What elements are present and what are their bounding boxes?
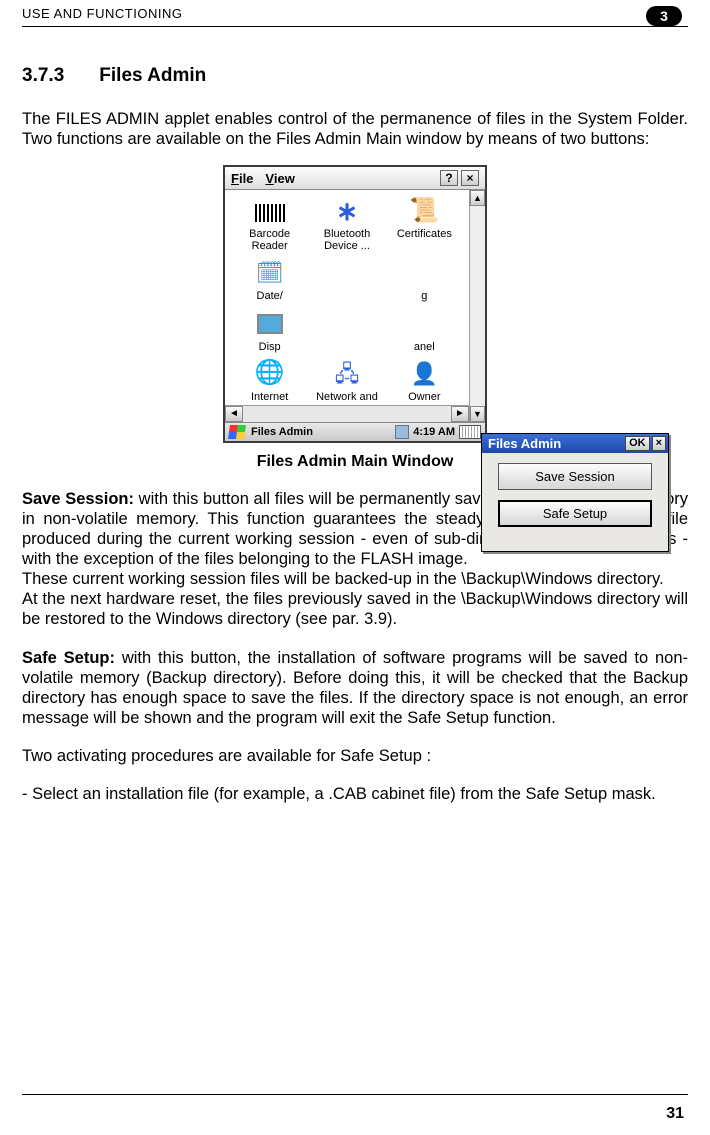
save-session-button[interactable]: Save Session [498, 463, 652, 490]
taskbar-clock: 4:19 AM [413, 426, 455, 438]
cp-item-dialing-partial[interactable]: g [386, 258, 463, 302]
vertical-scrollbar[interactable]: ▲ ▼ [469, 190, 485, 421]
window-close-button[interactable]: × [461, 170, 479, 186]
page-top-rule: USE AND FUNCTIONING 3 [22, 6, 688, 27]
files-admin-dialog: Files Admin OK × Save Session Safe Setup [481, 433, 669, 552]
cp-item-display[interactable]: Disp [231, 309, 308, 353]
cp-label: Certificates [386, 228, 463, 240]
pda-menubar: File View ? × [225, 167, 485, 190]
taskbar-title[interactable]: Files Admin [251, 426, 395, 438]
bluetooth-icon: ∗ [330, 196, 364, 226]
cp-label: g [386, 290, 463, 302]
cp-label: Barcode Reader [231, 228, 308, 252]
dialog-ok-button[interactable]: OK [625, 436, 650, 451]
dialog-title-text: Files Admin [488, 436, 561, 451]
safe-setup-text-1: with this button, the installation of so… [22, 649, 688, 727]
pda-screenshot: File View ? × Barcode Reader ∗ Bluet [223, 165, 487, 442]
scroll-down-icon[interactable]: ▼ [470, 406, 485, 422]
dialog-close-button[interactable]: × [652, 436, 666, 451]
owner-icon: 👤 [407, 359, 441, 389]
help-button[interactable]: ? [440, 170, 458, 186]
section-title: Files Admin [99, 65, 206, 86]
cp-item-owner[interactable]: 👤 Owner [386, 359, 463, 403]
chapter-badge: 3 [646, 6, 682, 26]
cp-item-date[interactable]: 🗓 Date/ [231, 258, 308, 302]
cp-item-bluetooth[interactable]: ∗ Bluetooth Device ... [308, 196, 385, 252]
control-panel-grid: Barcode Reader ∗ Bluetooth Device ... 📜 … [225, 190, 469, 404]
procedures-intro: Two activating procedures are available … [22, 746, 688, 766]
running-header: USE AND FUNCTIONING [22, 6, 646, 21]
scroll-track[interactable] [243, 406, 451, 422]
cp-label: anel [386, 341, 463, 353]
scroll-right-icon[interactable]: ► [451, 406, 469, 422]
horizontal-scrollbar[interactable]: ◄ ► [225, 405, 469, 422]
page-number: 31 [666, 1105, 684, 1123]
calendar-icon: 🗓 [253, 258, 287, 288]
cp-item-panel-partial[interactable]: anel [386, 309, 463, 353]
globe-icon: 🌐 [253, 359, 287, 389]
cp-label: Network and [308, 391, 385, 403]
safe-setup-label: Safe Setup: [22, 649, 115, 667]
safe-setup-paragraph: Safe Setup: with this button, the instal… [22, 648, 688, 729]
panel-icon [407, 309, 441, 339]
page-bottom-rule [22, 1094, 688, 1095]
section-number: 3.7.3 [22, 65, 94, 87]
tray-icon[interactable] [395, 425, 409, 439]
save-session-text-2: These current working session files will… [22, 569, 688, 589]
cp-label: Disp [231, 341, 308, 353]
scroll-left-icon[interactable]: ◄ [225, 406, 243, 422]
save-session-label: Save Session: [22, 490, 134, 508]
cp-label: Date/ [231, 290, 308, 302]
network-icon: 🖧 [330, 359, 364, 389]
keyboard-icon[interactable] [459, 425, 481, 439]
cp-label: Internet [231, 391, 308, 403]
display-icon [253, 309, 287, 339]
menu-file[interactable]: File [231, 171, 253, 186]
start-icon[interactable] [228, 425, 246, 439]
cp-item-barcode[interactable]: Barcode Reader [231, 196, 308, 252]
save-session-text-3: At the next hardware reset, the files pr… [22, 589, 688, 629]
scroll-up-icon[interactable]: ▲ [470, 190, 485, 206]
figure: File View ? × Barcode Reader ∗ Bluet [22, 165, 688, 442]
cp-label: Owner [386, 391, 463, 403]
procedure-1: - Select an installation file (for examp… [22, 784, 688, 804]
cp-item-network[interactable]: 🖧 Network and [308, 359, 385, 403]
menu-view[interactable]: View [265, 171, 294, 186]
taskbar: Files Admin 4:19 AM [225, 422, 485, 441]
dialog-titlebar: Files Admin OK × [482, 434, 668, 453]
section-heading: 3.7.3 Files Admin [22, 65, 688, 87]
certificate-icon: 📜 [407, 196, 441, 226]
cp-label: Bluetooth Device ... [308, 228, 385, 252]
safe-setup-button[interactable]: Safe Setup [498, 500, 652, 527]
cp-item-internet[interactable]: 🌐 Internet [231, 359, 308, 403]
cp-item-certificates[interactable]: 📜 Certificates [386, 196, 463, 252]
scroll-track-vertical[interactable] [470, 206, 485, 405]
intro-paragraph: The FILES ADMIN applet enables control o… [22, 109, 688, 149]
barcode-icon [253, 196, 287, 226]
dialing-icon [407, 258, 441, 288]
system-tray: 4:19 AM [395, 425, 481, 439]
